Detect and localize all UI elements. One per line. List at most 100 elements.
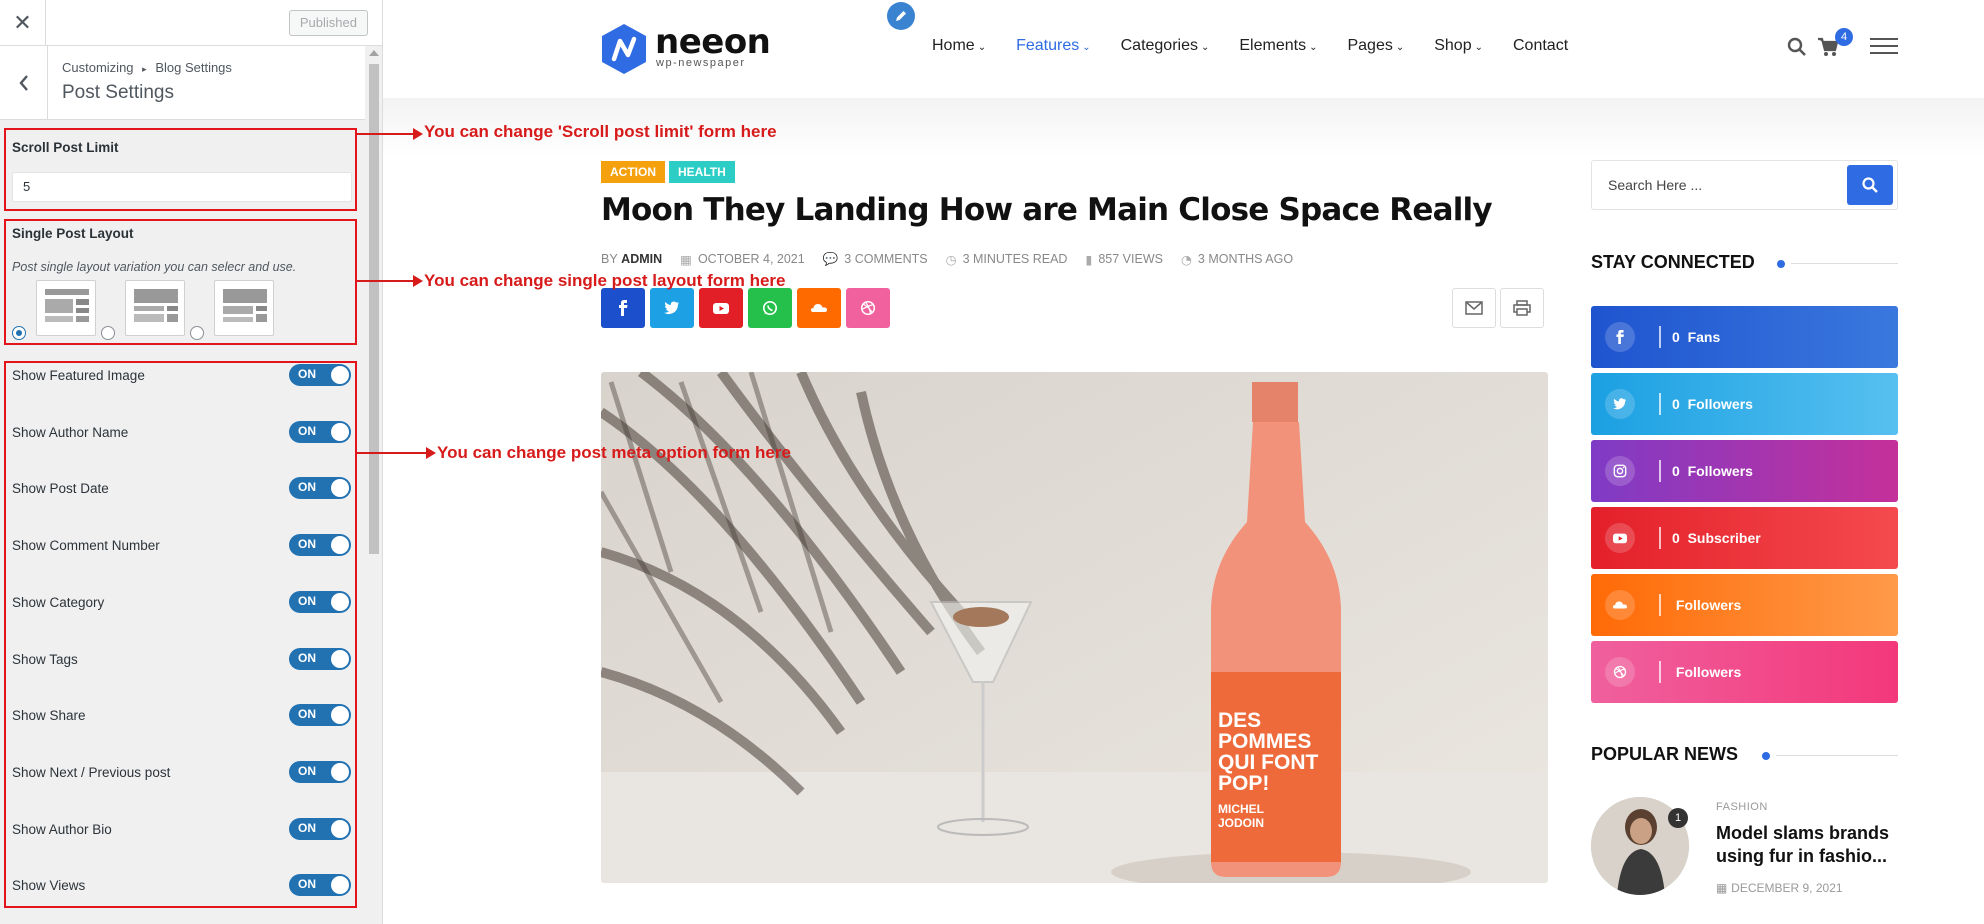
social-icon-wrap bbox=[1605, 322, 1635, 352]
nav-label: Contact bbox=[1513, 37, 1569, 54]
scroll-up-icon[interactable] bbox=[369, 50, 379, 56]
social-count-text: Followers bbox=[1672, 664, 1741, 680]
social-counter-dribbble[interactable]: Followers bbox=[1591, 641, 1898, 703]
post-title: Moon They Landing How are Main Close Spa… bbox=[601, 192, 1493, 228]
nav-item-elements[interactable]: Elements ⌄ bbox=[1239, 37, 1317, 55]
social-counter-facebook[interactable]: 0 Fans bbox=[1591, 306, 1898, 368]
twitter-icon bbox=[1613, 398, 1627, 410]
cart-count-badge: 4 bbox=[1835, 28, 1853, 46]
social-label: Followers bbox=[1687, 396, 1753, 412]
social-count-text: Followers bbox=[1672, 597, 1741, 613]
print-button[interactable] bbox=[1500, 288, 1544, 328]
facebook-icon bbox=[1616, 330, 1624, 344]
dribbble-share-button[interactable] bbox=[846, 288, 890, 328]
customizer-header: ✕ Published bbox=[0, 0, 382, 46]
nav-item-features[interactable]: Features ⌄ bbox=[1016, 37, 1091, 55]
email-share-button[interactable] bbox=[1452, 288, 1496, 328]
nav-item-shop[interactable]: Shop ⌄ bbox=[1434, 37, 1483, 55]
facebook-icon bbox=[619, 300, 628, 316]
nav-item-contact[interactable]: Contact bbox=[1513, 37, 1568, 55]
back-button[interactable] bbox=[0, 46, 48, 119]
social-icon-wrap bbox=[1605, 456, 1635, 486]
menu-icon[interactable] bbox=[1870, 37, 1898, 55]
soundcloud-share-button[interactable] bbox=[797, 288, 841, 328]
social-label: Followers bbox=[1675, 664, 1742, 680]
popular-date: ▦ DECEMBER 9, 2021 bbox=[1716, 881, 1843, 895]
signal-icon: ▮ bbox=[1085, 251, 1093, 267]
youtube-icon bbox=[713, 303, 729, 314]
meta-comments[interactable]: 3 COMMENTS bbox=[844, 252, 927, 266]
chevron-down-icon: ⌄ bbox=[1309, 42, 1318, 53]
tag-action[interactable]: ACTION bbox=[601, 161, 665, 183]
mail-icon bbox=[1465, 301, 1483, 315]
close-icon[interactable]: ✕ bbox=[0, 0, 46, 46]
meta-read-time: 3 MINUTES READ bbox=[962, 252, 1068, 266]
scrollbar[interactable] bbox=[365, 46, 382, 924]
chevron-left-icon bbox=[18, 74, 28, 91]
nav-label: Features bbox=[1016, 37, 1080, 54]
whatsapp-icon bbox=[763, 301, 777, 315]
search-icon[interactable] bbox=[1787, 37, 1807, 57]
social-icon-wrap bbox=[1605, 657, 1635, 687]
scrollbar-thumb[interactable] bbox=[369, 64, 379, 554]
nav-item-pages[interactable]: Pages ⌄ bbox=[1347, 37, 1404, 55]
popular-news-title-link[interactable]: Model slams brands using fur in fashio..… bbox=[1716, 822, 1896, 868]
social-count-text: 0 Subscriber bbox=[1672, 530, 1761, 546]
social-label: Followers bbox=[1687, 463, 1753, 479]
meta-author[interactable]: ADMIN bbox=[621, 252, 662, 266]
dribbble-icon bbox=[860, 300, 876, 316]
facebook-share-button[interactable] bbox=[601, 288, 645, 328]
social-count: 0 bbox=[1672, 396, 1680, 412]
customizer-panel: ✕ Published Customizing ▸ Blog Settings … bbox=[0, 0, 383, 924]
social-icon-wrap bbox=[1605, 389, 1635, 419]
tag-health[interactable]: HEALTH bbox=[669, 161, 735, 183]
annotation-post-meta: You can change post meta option form her… bbox=[437, 443, 791, 462]
annotation-arrow bbox=[357, 447, 436, 459]
soundcloud-icon bbox=[1613, 601, 1627, 609]
nav-item-categories[interactable]: Categories ⌄ bbox=[1121, 37, 1210, 55]
calendar-icon: ▦ bbox=[680, 251, 692, 267]
social-counter-youtube[interactable]: 0 Subscriber bbox=[1591, 507, 1898, 569]
clock-icon: ◷ bbox=[945, 251, 957, 267]
twitter-share-button[interactable] bbox=[650, 288, 694, 328]
youtube-icon bbox=[1613, 533, 1627, 544]
social-icon-wrap bbox=[1605, 523, 1635, 553]
dribbble-icon bbox=[1613, 665, 1627, 679]
youtube-share-button[interactable] bbox=[699, 288, 743, 328]
meta-date: OCTOBER 4, 2021 bbox=[697, 252, 805, 266]
highlight-box bbox=[4, 128, 357, 211]
logo-tagline: wp-newspaper bbox=[656, 57, 746, 69]
meta-views: 857 VIEWS bbox=[1098, 252, 1163, 266]
annotation-arrow bbox=[357, 275, 423, 287]
edit-shortcut-icon[interactable] bbox=[887, 2, 915, 30]
highlight-box bbox=[4, 361, 357, 908]
search-button[interactable] bbox=[1847, 165, 1893, 205]
social-label: Followers bbox=[1675, 597, 1742, 613]
nav-item-home[interactable]: Home ⌄ bbox=[932, 37, 986, 55]
stay-connected-title: STAY CONNECTED bbox=[1591, 252, 1755, 272]
whatsapp-share-button[interactable] bbox=[748, 288, 792, 328]
search-input[interactable]: Search Here ... bbox=[1608, 177, 1702, 193]
chevron-down-icon: ⌄ bbox=[1082, 42, 1091, 53]
social-label: Subscriber bbox=[1687, 530, 1761, 546]
popular-category[interactable]: FASHION bbox=[1716, 801, 1768, 813]
breadcrumb-root: Customizing bbox=[62, 60, 134, 75]
social-counter-twitter[interactable]: 0 Followers bbox=[1591, 373, 1898, 435]
main-nav: Home ⌄ Features ⌄ Categories ⌄ Elements ⌄ Pages ⌄… bbox=[932, 37, 1598, 55]
annotation-scroll-limit: You can change 'Scroll post limit' form … bbox=[424, 122, 777, 141]
time-icon: ◔ bbox=[1180, 251, 1192, 267]
social-count-text: 0 Followers bbox=[1672, 396, 1753, 412]
print-icon bbox=[1513, 300, 1531, 316]
annotation-arrow bbox=[357, 128, 423, 140]
nav-label: Home bbox=[932, 37, 975, 54]
nav-label: Pages bbox=[1347, 37, 1393, 54]
bottle-maker: MICHEL JODOIN bbox=[1218, 802, 1265, 830]
soundcloud-icon bbox=[811, 304, 827, 312]
search-widget: Search Here ... bbox=[1591, 160, 1898, 210]
social-counter-soundcloud[interactable]: Followers bbox=[1591, 574, 1898, 636]
chevron-down-icon: ⌄ bbox=[977, 42, 987, 53]
social-counter-instagram[interactable]: 0 Followers bbox=[1591, 440, 1898, 502]
meta-ago: 3 MONTHS AGO bbox=[1197, 252, 1294, 266]
breadcrumb-separator: ▸ bbox=[142, 65, 147, 75]
publish-button[interactable]: Published bbox=[288, 10, 368, 36]
